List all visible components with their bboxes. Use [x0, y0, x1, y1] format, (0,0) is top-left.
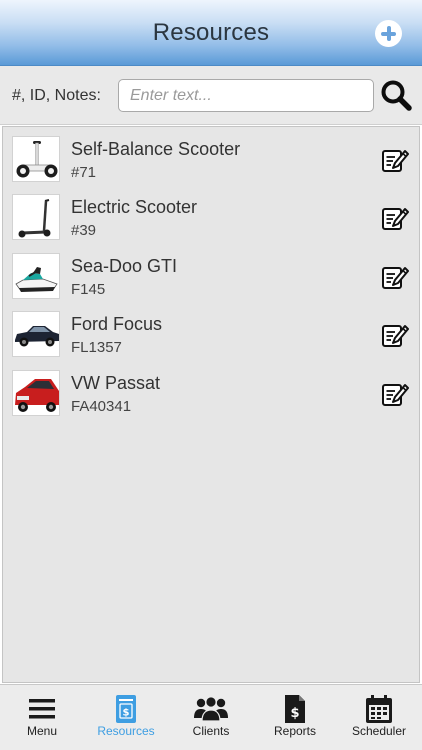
resources-document-icon: $ [116, 695, 136, 723]
tab-resources[interactable]: $ Resources [84, 685, 168, 750]
resource-id: #39 [71, 222, 97, 239]
page-title: Resources [152, 19, 270, 46]
search-icon [381, 80, 412, 111]
resource-row[interactable]: Ford Focus FL1357 [3, 302, 419, 360]
resource-id: F145 [71, 281, 106, 298]
resource-id: FA40341 [71, 398, 132, 415]
tab-label: Scheduler [351, 724, 407, 738]
resource-name: Self-Balance Scooter [71, 139, 241, 159]
svg-text:$: $ [123, 708, 130, 719]
people-group-icon [194, 696, 228, 722]
resource-id: #71 [71, 164, 97, 181]
resource-list: Self-Balance Scooter #71 Electric Scoote… [2, 126, 420, 683]
search-input[interactable] [118, 79, 374, 112]
search-bar: #, ID, Notes: [0, 66, 422, 125]
header-bar: Resources [0, 0, 422, 66]
resource-thumbnail [12, 311, 60, 357]
resource-name: VW Passat [71, 373, 161, 393]
edit-note-icon[interactable] [381, 263, 409, 291]
tab-label: Reports [273, 724, 317, 738]
tab-scheduler[interactable]: Scheduler [337, 685, 421, 750]
resource-thumbnail [12, 194, 60, 240]
tab-label: Resources [97, 724, 155, 738]
svg-text:$: $ [290, 706, 299, 721]
resource-thumbnail [12, 136, 60, 182]
bottom-tab-bar: Menu $ Resources Clients $ Reports Sched… [0, 684, 422, 750]
edit-note-icon[interactable] [381, 321, 409, 349]
resource-name: Sea-Doo GTI [71, 256, 178, 276]
resource-name: Ford Focus [71, 314, 163, 334]
resource-thumbnail [12, 253, 60, 299]
resource-row[interactable]: VW Passat FA40341 [3, 361, 419, 419]
edit-note-icon[interactable] [381, 204, 409, 232]
edit-note-icon[interactable] [381, 380, 409, 408]
add-resource-button[interactable] [375, 20, 402, 47]
report-dollar-icon: $ [285, 695, 305, 723]
tab-menu[interactable]: Menu [0, 685, 84, 750]
tab-label: Clients [192, 724, 230, 738]
calendar-icon [366, 695, 392, 723]
tab-label: Menu [26, 724, 58, 738]
resource-id: FL1357 [71, 339, 122, 356]
edit-note-icon[interactable] [381, 146, 409, 174]
resource-row[interactable]: Self-Balance Scooter #71 [3, 127, 419, 185]
resource-row[interactable]: Electric Scooter #39 [3, 185, 419, 243]
tab-clients[interactable]: Clients [169, 685, 253, 750]
tab-reports[interactable]: $ Reports [253, 685, 337, 750]
search-button[interactable] [379, 78, 413, 112]
resource-name: Electric Scooter [71, 197, 198, 217]
hamburger-menu-icon [29, 699, 55, 719]
resource-row[interactable]: Sea-Doo GTI F145 [3, 244, 419, 302]
search-label: #, ID, Notes: [12, 87, 101, 104]
resource-thumbnail [12, 370, 60, 416]
